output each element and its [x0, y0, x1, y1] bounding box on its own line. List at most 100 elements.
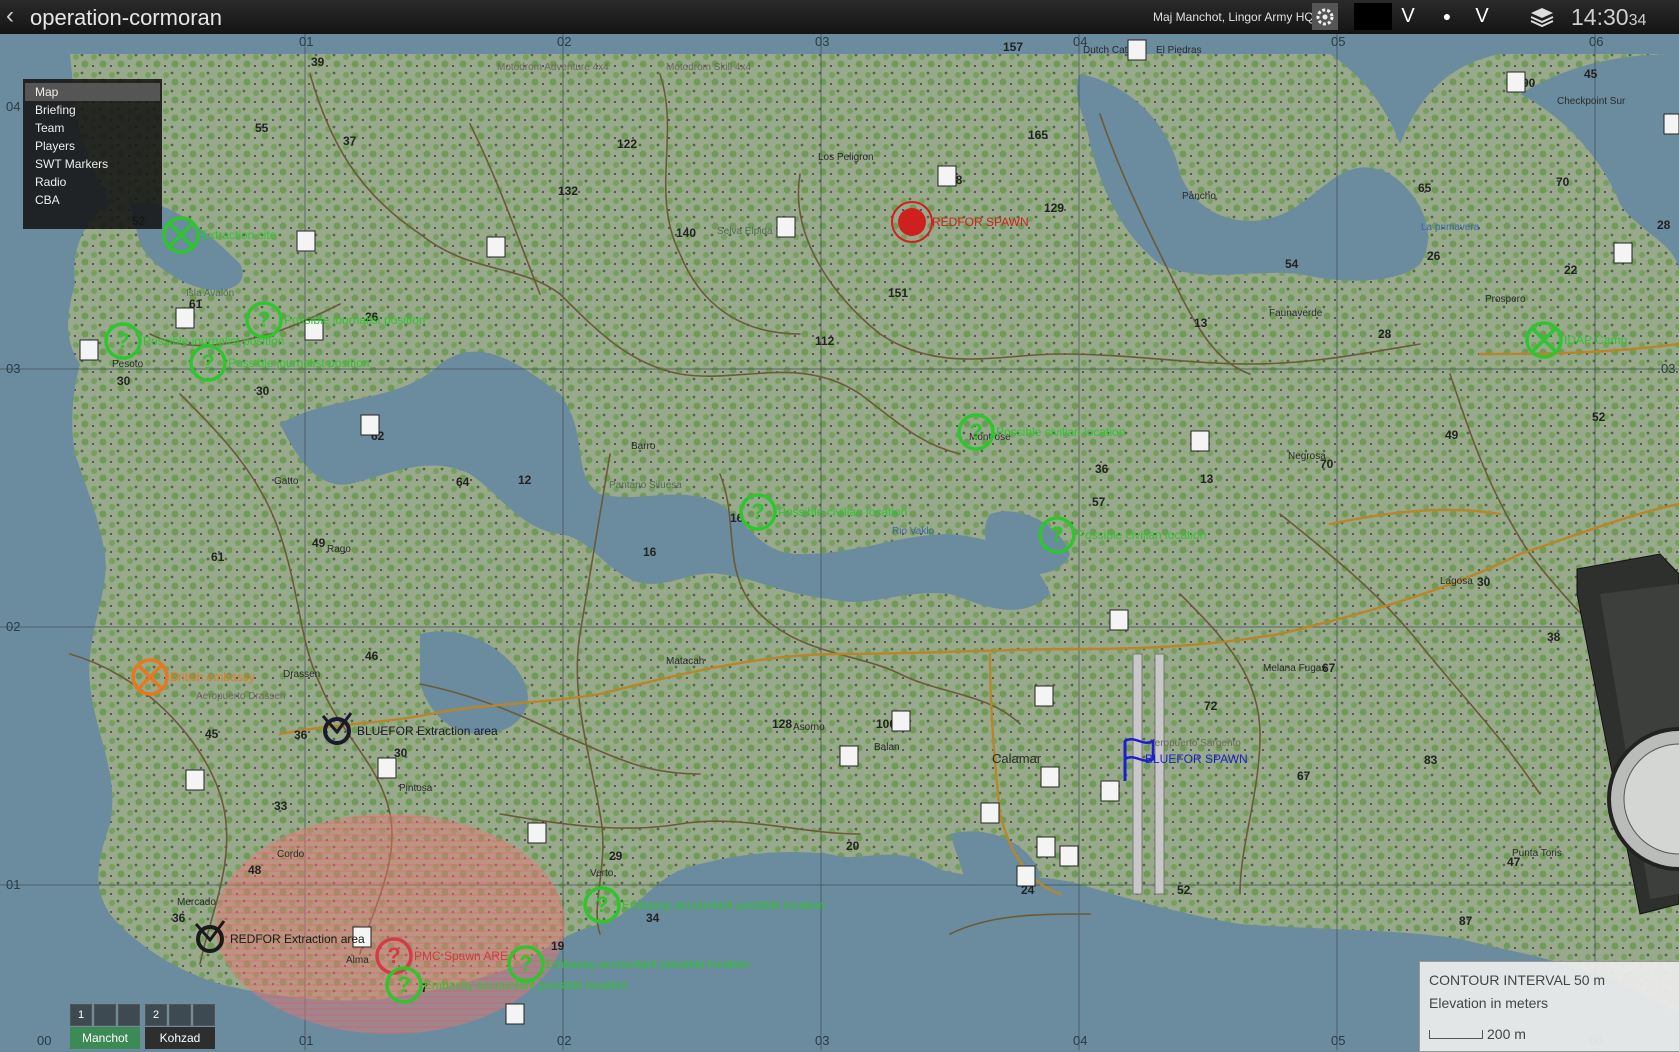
svg-text:140: 140 — [676, 226, 696, 240]
svg-text:Checkpoint Sur: Checkpoint Sur — [1557, 96, 1626, 107]
tower-icon — [486, 236, 506, 258]
svg-text:Rago: Rago — [327, 544, 351, 555]
question-glyph: ? — [751, 499, 764, 524]
svg-text:Melana Fugas: Melana Fugas — [1263, 663, 1326, 674]
fuel-station-icon — [776, 216, 796, 238]
marker-label: REDFOR Extraction area — [230, 932, 365, 946]
svg-text:67: 67 — [1322, 661, 1336, 675]
svg-text:28: 28 — [1657, 218, 1671, 232]
svg-text:Faunaverde: Faunaverde — [1269, 308, 1323, 319]
svg-text:45: 45 — [205, 727, 219, 741]
menu-item-team[interactable]: Team — [23, 119, 162, 137]
map-layers-button[interactable] — [1527, 3, 1557, 30]
svg-text:30: 30 — [256, 384, 270, 398]
marker-label: Possible civilian location — [778, 505, 907, 519]
menu-item-map[interactable]: Map — [25, 83, 160, 101]
svg-text:El Piedras: El Piedras — [1156, 45, 1202, 56]
question-glyph: ? — [595, 892, 608, 917]
svg-text:30: 30 — [117, 374, 131, 388]
svg-text:33: 33 — [274, 799, 288, 813]
anchor-icon — [1036, 836, 1056, 858]
svg-text:64: 64 — [456, 475, 470, 489]
svg-text:Balan: Balan — [874, 742, 900, 753]
svg-text:Alma: Alma — [346, 955, 369, 966]
svg-text:128: 128 — [772, 717, 792, 731]
clock-seconds: 34 — [1628, 12, 1647, 29]
svg-text:34: 34 — [646, 911, 660, 925]
tower-icon — [1506, 71, 1526, 93]
svg-text:129: 129 — [1044, 201, 1064, 215]
clock: 14:3034 — [1571, 4, 1646, 31]
tower-icon — [1663, 113, 1679, 135]
svg-text:165: 165 — [1028, 128, 1048, 142]
marker-label: British embassy — [170, 670, 255, 684]
svg-text:Aeropuerto Sargento: Aeropuerto Sargento — [1148, 738, 1241, 749]
svg-text:Drassen: Drassen — [283, 669, 320, 680]
terrain-map[interactable]: 01 02 03 04 05 06 00 01 02 03 04 05 06 0… — [0, 34, 1679, 1050]
svg-text:26: 26 — [1427, 249, 1441, 263]
svg-text:12: 12 — [518, 473, 532, 487]
svg-text:83: 83 — [1424, 753, 1438, 767]
svg-text:72: 72 — [1204, 699, 1218, 713]
question-glyph: ? — [201, 350, 214, 375]
menu-item-radio[interactable]: Radio — [23, 173, 162, 191]
map-view[interactable]: 01 02 03 04 05 06 00 01 02 03 04 05 06 0… — [0, 34, 1679, 1052]
svg-text:06: 06 — [1589, 34, 1603, 49]
svg-text:Lagosa: Lagosa — [1440, 576, 1473, 587]
question-glyph: ? — [116, 328, 129, 353]
svg-text:19: 19 — [551, 939, 565, 953]
fuel-station-icon — [185, 769, 205, 791]
brush-dropdown[interactable]: V — [1468, 3, 1496, 30]
menu-item-cba[interactable]: CBA — [23, 191, 162, 209]
svg-text:03: 03 — [815, 1033, 829, 1048]
svg-text:13: 13 — [1200, 472, 1214, 486]
svg-text:57: 57 — [1092, 495, 1106, 509]
svg-text:157: 157 — [1003, 40, 1023, 54]
marker-label: Embassy accountant possible location — [622, 898, 825, 912]
spawn-marker-icon — [898, 208, 926, 236]
group-kohzad[interactable]: 2 Kohzad — [145, 1004, 215, 1049]
group-name: Kohzad — [145, 1027, 215, 1049]
menu-item-players[interactable]: Players — [23, 137, 162, 155]
svg-text:05: 05 — [1331, 1033, 1345, 1048]
tower-icon — [79, 339, 99, 361]
svg-text:39: 39 — [311, 55, 325, 69]
svg-text:49: 49 — [312, 536, 326, 550]
svg-text:52: 52 — [1177, 883, 1191, 897]
svg-text:45: 45 — [1584, 67, 1598, 81]
svg-text:36: 36 — [294, 728, 308, 742]
question-glyph: ? — [969, 419, 982, 444]
back-chevron-icon[interactable]: ‹ — [6, 2, 14, 30]
svg-text:16: 16 — [643, 545, 657, 559]
svg-text:03: 03 — [1661, 361, 1675, 376]
marker-label: Possible journalist position — [284, 313, 425, 327]
settings-button[interactable] — [1312, 3, 1338, 30]
svg-text:47: 47 — [1507, 855, 1521, 869]
brush-dot-button[interactable]: ● — [1428, 3, 1466, 30]
svg-text:30: 30 — [1477, 575, 1491, 589]
scale-bar — [1429, 1030, 1483, 1039]
marker-label: PMC Spawn AREA — [414, 949, 516, 963]
fuel-station-icon — [377, 757, 397, 779]
layers-icon — [1530, 8, 1554, 28]
scale-label: 200 m — [1487, 1026, 1526, 1042]
svg-text:03: 03 — [815, 34, 829, 49]
svg-text:20: 20 — [846, 839, 860, 853]
menu-item-briefing[interactable]: Briefing — [23, 101, 162, 119]
svg-text:Matacah: Matacah — [666, 656, 704, 667]
svg-text:Pesoto: Pesoto — [112, 359, 144, 370]
svg-text:Barro: Barro — [631, 441, 656, 452]
group-slot — [118, 1004, 140, 1026]
marker-label: BLUEFOR SPAWN — [1145, 752, 1248, 766]
svg-text:55: 55 — [255, 121, 269, 135]
svg-text:Cordo: Cordo — [277, 849, 305, 860]
svg-text:70: 70 — [1556, 175, 1570, 189]
svg-text:01: 01 — [6, 877, 20, 892]
svg-text:48: 48 — [248, 863, 262, 877]
group-manchot[interactable]: 1 Manchot — [70, 1004, 140, 1049]
menu-item-swt-markers[interactable]: SWT Markers — [23, 155, 162, 173]
color-swatch-button[interactable] — [1354, 3, 1392, 30]
fuel-station-icon — [891, 710, 911, 732]
color-dropdown[interactable]: V — [1394, 3, 1422, 30]
fuel-station-icon — [296, 230, 316, 252]
